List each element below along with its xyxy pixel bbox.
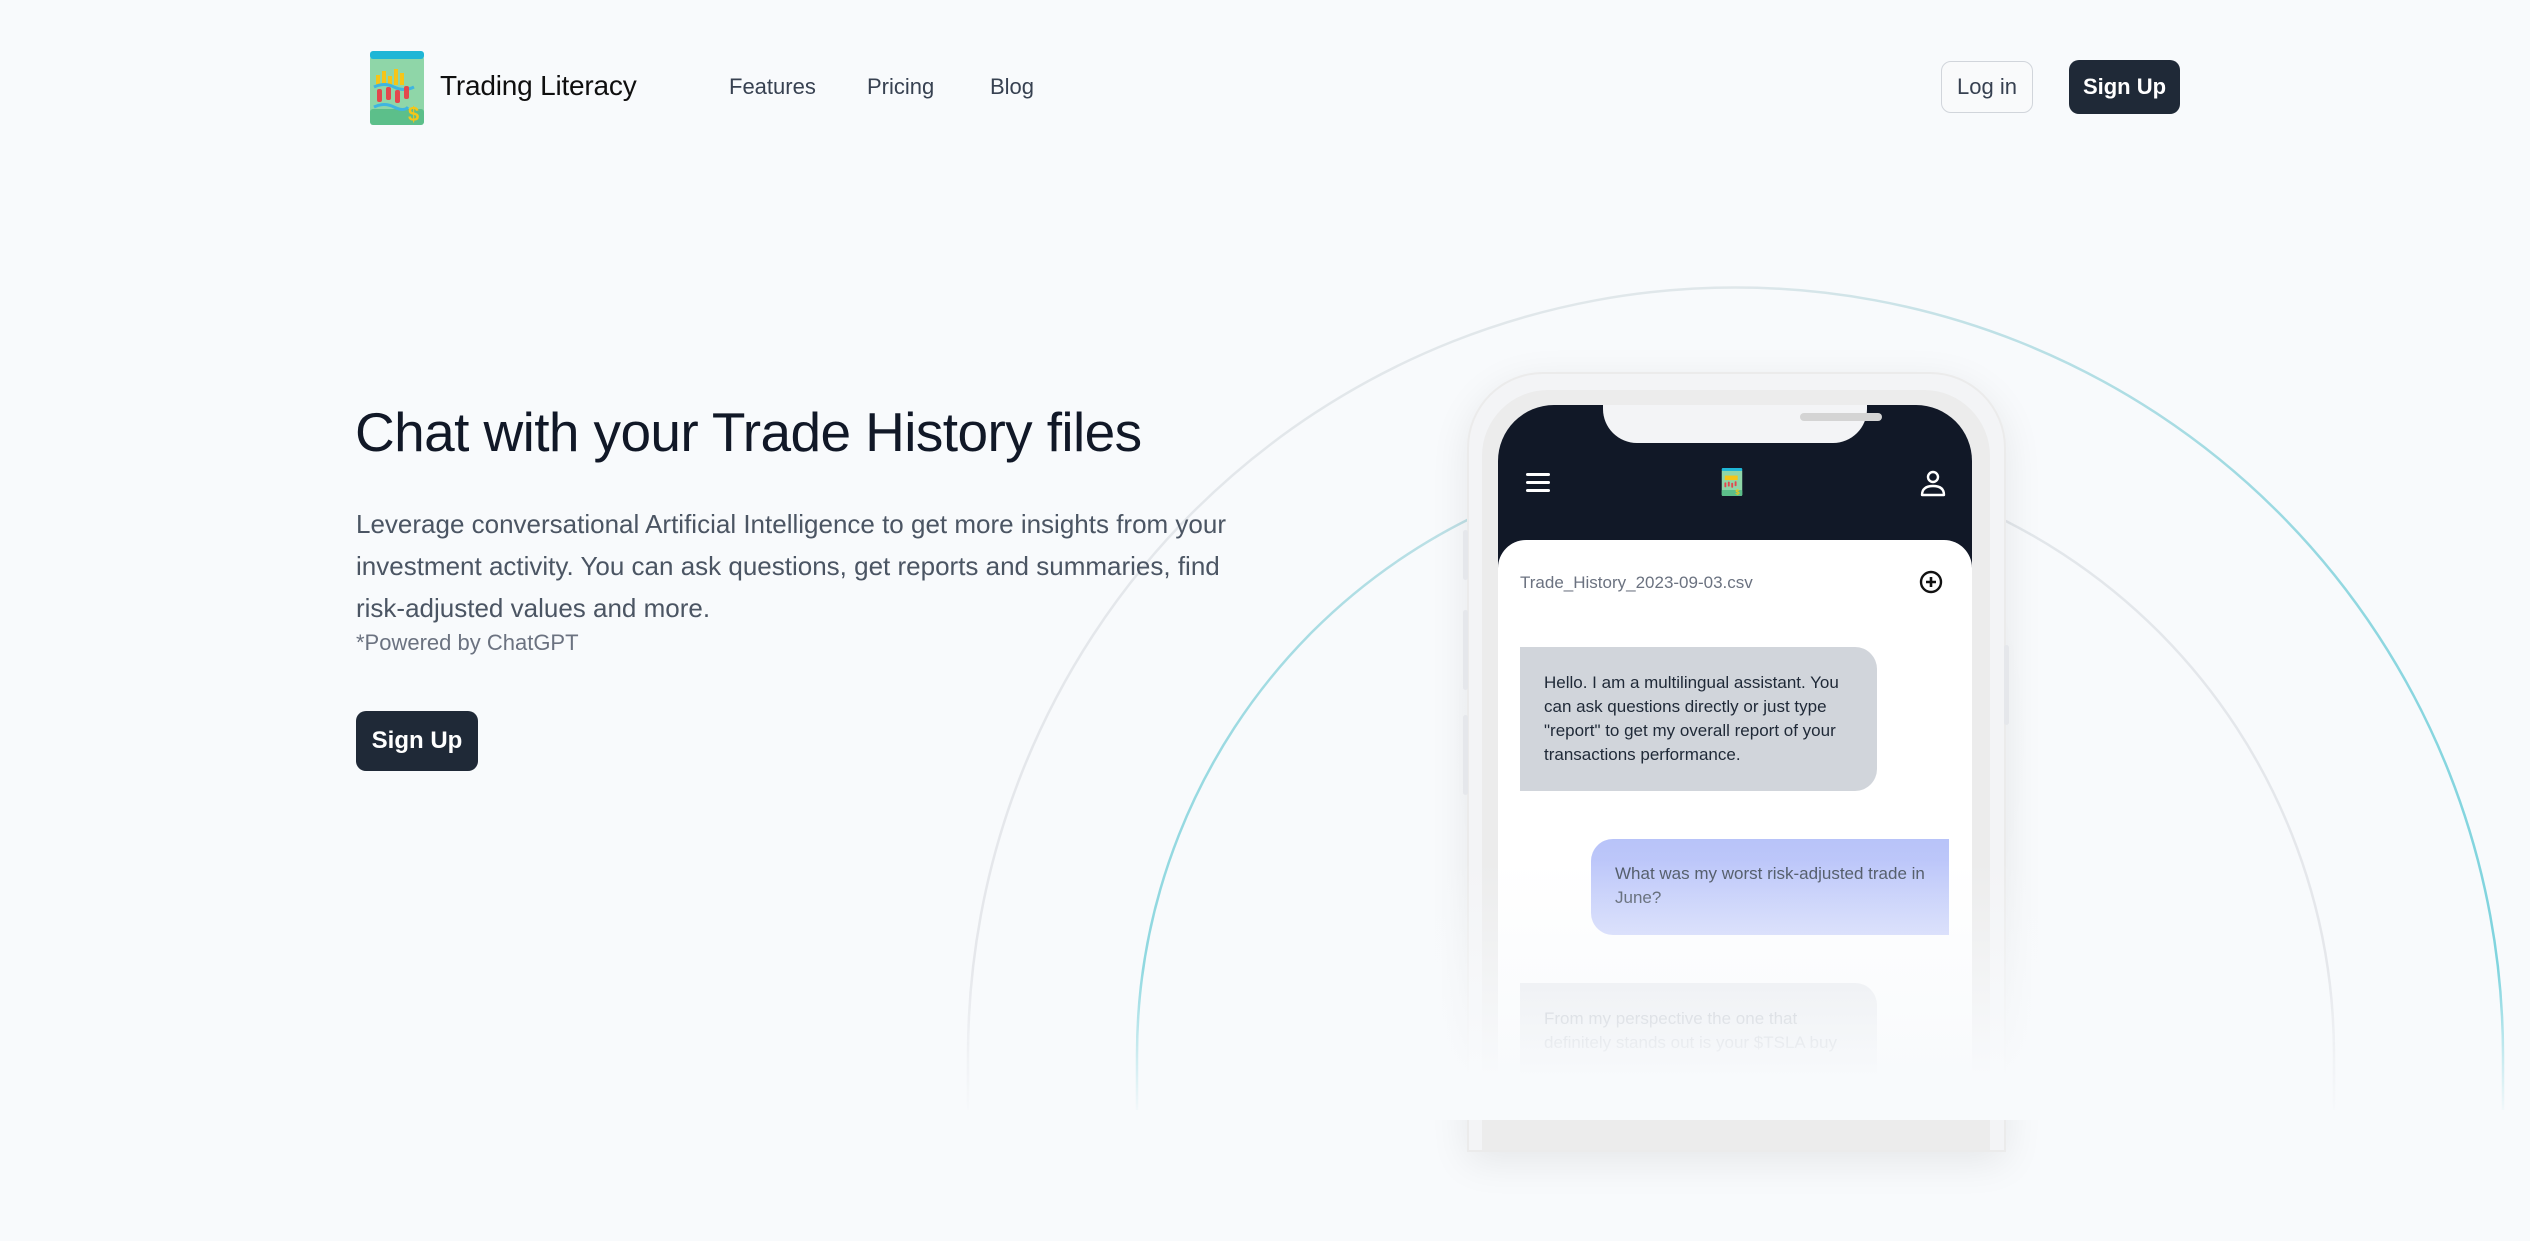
phone-side-button bbox=[1463, 530, 1468, 580]
nav-signup-button[interactable]: Sign Up bbox=[2069, 60, 2180, 114]
hamburger-menu-icon[interactable] bbox=[1526, 473, 1550, 495]
svg-text:$: $ bbox=[408, 104, 419, 126]
book-chart-logo-icon[interactable]: $ bbox=[368, 49, 426, 127]
bottom-fade-overlay bbox=[1400, 860, 2100, 1120]
assistant-message: Hello. I am a multilingual assistant. Yo… bbox=[1520, 647, 1877, 791]
phone-side-button bbox=[2004, 645, 2009, 725]
file-name: Trade_History_2023-09-03.csv bbox=[1520, 573, 1753, 592]
plus-circle-icon[interactable] bbox=[1919, 570, 1943, 594]
nav-link-blog[interactable]: Blog bbox=[990, 74, 1034, 100]
phone-speaker bbox=[1800, 413, 1882, 421]
login-button[interactable]: Log in bbox=[1941, 61, 2033, 113]
book-chart-logo-icon: $ bbox=[1721, 467, 1743, 497]
powered-by-note: *Powered by ChatGPT bbox=[356, 630, 579, 655]
hero-signup-button[interactable]: Sign Up bbox=[356, 711, 478, 771]
hero-description: Leverage conversational Artificial Intel… bbox=[356, 509, 1226, 623]
nav-link-pricing[interactable]: Pricing bbox=[867, 74, 934, 100]
brand-name[interactable]: Trading Literacy bbox=[440, 70, 637, 102]
hero-title: Chat with your Trade History files bbox=[355, 401, 1142, 463]
user-icon[interactable] bbox=[1920, 469, 1946, 497]
phone-side-button bbox=[1463, 610, 1468, 690]
phone-notch bbox=[1603, 405, 1882, 443]
phone-side-button bbox=[1463, 715, 1468, 795]
nav-link-features[interactable]: Features bbox=[729, 74, 816, 100]
